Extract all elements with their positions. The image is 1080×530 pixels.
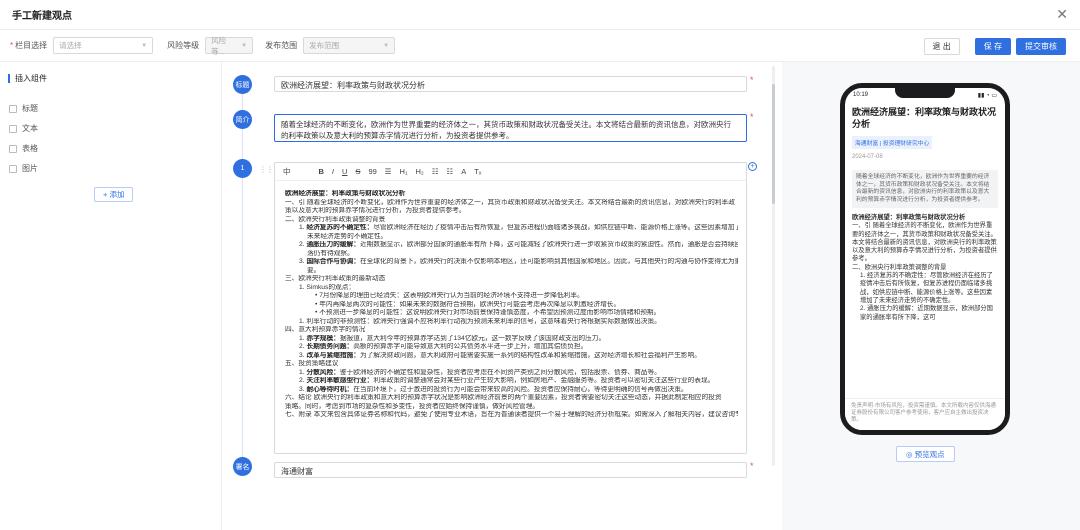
toolbar-button-5[interactable]: 99 (368, 167, 376, 176)
component-panel-header: 插入组件 (8, 73, 47, 84)
editor-line: 1. Simkus的观点： (299, 283, 356, 291)
toolbar-button-6[interactable]: ☰ (385, 167, 392, 176)
toolbar-button-4[interactable]: S (355, 167, 360, 176)
preview-button[interactable]: ◎ 预览观点 (896, 446, 955, 462)
toolbar-button-7[interactable]: H₁ (400, 167, 408, 176)
toolbar-button-10[interactable]: ☷ (447, 167, 454, 176)
component-panel: 插入组件 标题 文本 表格 图片 + 添加 (0, 62, 222, 530)
component-checkbox-title[interactable]: 标题 (9, 103, 38, 114)
toolbar-button-11[interactable]: A (461, 167, 466, 176)
title-input[interactable]: 欧洲经济展望：利率政策与财政状况分析 (274, 76, 747, 92)
toolbar-button-8[interactable]: H₂ (415, 167, 423, 176)
editor-line: 2. 关注利率敏感型行业：利率政策的调整通常会对某些行业产生较大影响，例如房地产… (299, 377, 715, 384)
publish-select[interactable]: 发布范围 ▼ (303, 37, 396, 54)
editor-line: 2. 长期债务问题：高额的预算赤字可能导致意大利的公共债务水平进一步上升，增加其… (299, 343, 588, 350)
toolbar-button-3[interactable]: U (342, 167, 347, 176)
editor-line: • 不预测进一步降息的可能性：这说明欧洲央行对市场前景保持谨慎态度，不希望因预测… (315, 309, 661, 316)
editor-line: 七、附录 本文来包含具体证券名称和代码，避免了使用专业术语，旨在为普通读者提供一… (285, 411, 738, 418)
editor-line: 2. 通胀压力的缓解：近期数据显示，欧洲部分国家的通胀率有所下降，这可能减轻了欧… (299, 241, 738, 248)
node-keys: 署名 (233, 457, 252, 476)
timeline-line (242, 80, 243, 465)
risk-label: 风险等级 (167, 41, 200, 50)
editor-line: 1. 分散风险：鉴于欧洲经济的不确定性和复杂性，投资者应考虑在不同资产类别之间分… (299, 368, 661, 376)
editor-line: 1. 经济复苏的不确定性：尽管欧洲经济在经历了疫情冲击后有所恢复，但复苏进程仍面… (299, 224, 738, 231)
component-checkbox-image[interactable]: 图片 (9, 163, 38, 174)
close-icon[interactable]: ✕ (1056, 7, 1068, 23)
column-select[interactable]: 请选择 ▼ (53, 37, 154, 54)
phone-article-title: 欧洲经济展望：利率政策与财政状况分析 (852, 107, 997, 129)
phone-summary: 随着全球经济的不断变化，欧洲作为世界重要的经济体之一，其货币政策和财政状况备受关… (852, 170, 998, 208)
toolbar-button-12[interactable]: Tₓ (474, 167, 481, 176)
form-toolbar: * 栏目选择 请选择 ▼ 风险等级 风险等... ▼ 发布范围 发布范围 ▼ (0, 30, 1080, 62)
scrollbar[interactable] (772, 66, 775, 466)
node-summary: 简介 (233, 110, 252, 129)
dialog-title: 手工新建观点 (12, 11, 72, 22)
editor-line: 策略。同时，考虑到市场的复杂性和多变性，投资者应始终保持谨慎，做好风险管理。 (285, 402, 540, 410)
editor-line: 3. 国际合作与协调：在全球化的背景下，欧洲央行的决策不仅影响本地区，还可能影响… (299, 258, 738, 265)
toolbar-button-9[interactable]: ☷ (432, 167, 439, 176)
chevron-down-icon: ▼ (241, 42, 248, 49)
editor-line: 策以及意大利的预算赤字情况进行分析，为投资者提供参考。 (285, 207, 466, 214)
editor-line: • 年内再降息两次的可能性：如果未来的数据符合预期，欧洲央行可能会考虑再次降息以… (315, 300, 621, 308)
editor-line: 四、意大利预算赤字的情况 (285, 326, 366, 333)
toolbar-button-2[interactable]: I (332, 167, 334, 176)
editor-line: 3. 耐心等待时机：在当前环境下，过于激进的投资行为可能会带来较高的风险。投资者… (299, 385, 688, 393)
phone-date: 2024-07-08 (852, 154, 883, 160)
submit-review-button[interactable]: 提交审核 (1016, 38, 1066, 55)
editor-line: 1. 赤字规模：据报道，意大利今年的预算赤字达到了134亿欧元，这一数字反映了该… (299, 334, 606, 342)
risk-select[interactable]: 风险等... ▼ (205, 36, 254, 56)
component-checkbox-text[interactable]: 文本 (9, 123, 38, 134)
save-button[interactable]: 保 存 (974, 38, 1011, 55)
chevron-down-icon: ▼ (383, 42, 390, 49)
editor-content[interactable]: 欧洲经济展望：利率政策与财政状况分析 一、引 随着全球经济的不断变化，欧洲作为世界… (275, 181, 746, 420)
component-checkbox-table[interactable]: 表格 (9, 143, 38, 154)
phone-disclaimer: 免责声明·市场有风险，投资需谨慎。本文所载内容仅供海通证券股份有限公司客户参考使… (845, 398, 1005, 430)
editor-line: 3. 改革与紧缩措施：为了解决财政问题，意大利政府可能需要实施一系列的结构性改革… (299, 351, 701, 359)
phone-body: 欧洲经济展望：利率政策与财政状况分析 一、引 随着全球经济的不断变化，欧洲作为世… (852, 214, 997, 321)
editor-line: 五、投资策略建议 (285, 360, 339, 367)
rich-text-editor[interactable]: 中 B I U S 99 ☰ H₁ H₂ ☷ ☷ A Tₓ 欧洲经济展望：利率政策与财政状况分析 一、引 … (274, 162, 747, 454)
editor-line: 欧洲经济展望：利率政策与财政状况分析 (285, 190, 406, 197)
toolbar-button-1[interactable]: B (319, 167, 324, 176)
column-label: 栏目选择 (15, 41, 48, 50)
chevron-down-icon: ▼ (141, 42, 148, 49)
editor-line: 未来经济走势的不确定性。 (307, 232, 388, 240)
editor-line: 1. 利率行动的非预测性：欧洲央行强调不应将利率行动视为预测未来利率的信号，这意… (299, 317, 661, 325)
action-buttons: 退 出 保 存 提交审核 (923, 38, 1066, 55)
editor-toolbar: 中 B I U S 99 ☰ H₁ H₂ ☷ ☷ A Tₓ (275, 163, 746, 181)
toolbar-button-0[interactable]: 中 (283, 166, 291, 177)
add-component-button[interactable]: + 添加 (94, 187, 134, 202)
exit-button[interactable]: 退 出 (923, 38, 960, 55)
phone-source-tag: 海通财富 | 投资理财研究中心 (852, 136, 933, 149)
editor-line: 落仍有待观察。 (307, 249, 354, 257)
add-block-icon[interactable]: + (748, 162, 757, 171)
editor-line: 二、欧洲央行利率政策调整的背景 (285, 215, 386, 223)
publish-label: 发布范围 (265, 41, 298, 50)
editor-line: • 7月份降息的理由已经消失：这表明欧洲央行认为当前的经济环境不支持进一步降低利… (315, 292, 584, 299)
editor-line: 要。 (307, 266, 321, 274)
editor-line: 一、引 随着全球经济的不断变化，欧洲作为世界重要的经济体之一，其货币政策和财政状… (285, 198, 735, 206)
editor-line: 六、结论 欧洲央行的利率政策和意大利的预算赤字状况是影响欧洲经济前景的两个重要因… (285, 394, 722, 401)
phone-preview: 10:19 ▮▮ ◔ ▭ 欧洲经济展望：利率政策与财政状况分析 海通财富 | 投资… (840, 83, 1010, 435)
node-step-1: 1 (233, 159, 252, 178)
dialog-header: 手工新建观点 ✕ (0, 0, 1080, 30)
summary-input[interactable]: 随着全球经济的不断变化，欧洲作为世界重要的经济体之一，其货币政策和财政状况备受关… (274, 114, 747, 142)
node-title: 标题 (233, 75, 252, 94)
keywords-input[interactable]: 海通财富 (274, 462, 747, 478)
editor-line: 三、欧洲央行利率政策的最新动态 (285, 275, 386, 282)
drag-handle-icon[interactable]: ⋮⋮ (259, 165, 274, 174)
